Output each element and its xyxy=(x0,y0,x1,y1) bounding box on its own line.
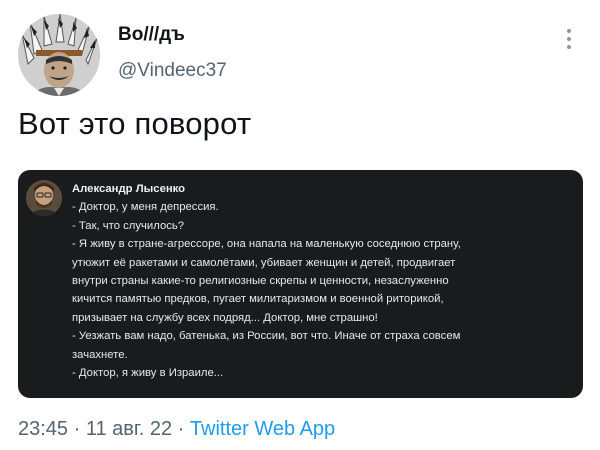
card-text-line: - Доктор, у меня депрессия. xyxy=(72,201,219,214)
more-dot xyxy=(567,37,571,41)
more-dot xyxy=(567,45,571,49)
card-text-line: - Уезжать вам надо, батенька, из России,… xyxy=(72,330,461,343)
card-author-name: Александр Лысенко xyxy=(72,183,186,195)
card-text-line: - Я живу в стране-агрессоре, она напала … xyxy=(72,238,461,251)
avatar-image xyxy=(18,14,100,96)
card-text-line: кичится памятью предков, пугает милитари… xyxy=(72,293,444,306)
author-avatar[interactable] xyxy=(18,14,100,96)
card-avatar-image xyxy=(26,180,62,216)
card-text-line: призывает на службу всех подряд... Докто… xyxy=(72,311,378,324)
tweet-source-link[interactable]: Twitter Web App xyxy=(190,418,335,440)
card-body: Александр Лысенко - Доктор, у меня депре… xyxy=(72,180,577,382)
tweet-time[interactable]: 23:45 xyxy=(18,418,68,440)
author-handle[interactable]: @Vindeec37 xyxy=(118,60,227,82)
quoted-screenshot-card[interactable]: Александр Лысенко - Доктор, у меня депре… xyxy=(18,170,583,398)
tweet-date[interactable]: 11 авг. 22 xyxy=(86,418,172,440)
more-options-icon[interactable] xyxy=(559,26,579,52)
card-text-line: зачахнете. xyxy=(72,348,128,361)
card-author-avatar xyxy=(26,180,62,216)
meta-separator: · xyxy=(172,418,190,440)
tweet-meta: 23:45 · 11 авг. 22 · Twitter Web App xyxy=(18,418,335,441)
author-display-name[interactable]: Во///дъ xyxy=(118,24,185,46)
card-text-line: утюжит её ракетами и самолётами, убивает… xyxy=(72,256,456,269)
card-text-line: - Так, что случилось? xyxy=(72,219,185,232)
card-text-line: - Доктор, я живу в Израиле... xyxy=(72,367,224,380)
meta-separator: · xyxy=(68,418,86,440)
more-dot xyxy=(567,29,571,33)
card-text-line: внутри страны какие-то религиозные скреп… xyxy=(72,275,449,288)
tweet-text: Вот это поворот xyxy=(18,106,252,141)
